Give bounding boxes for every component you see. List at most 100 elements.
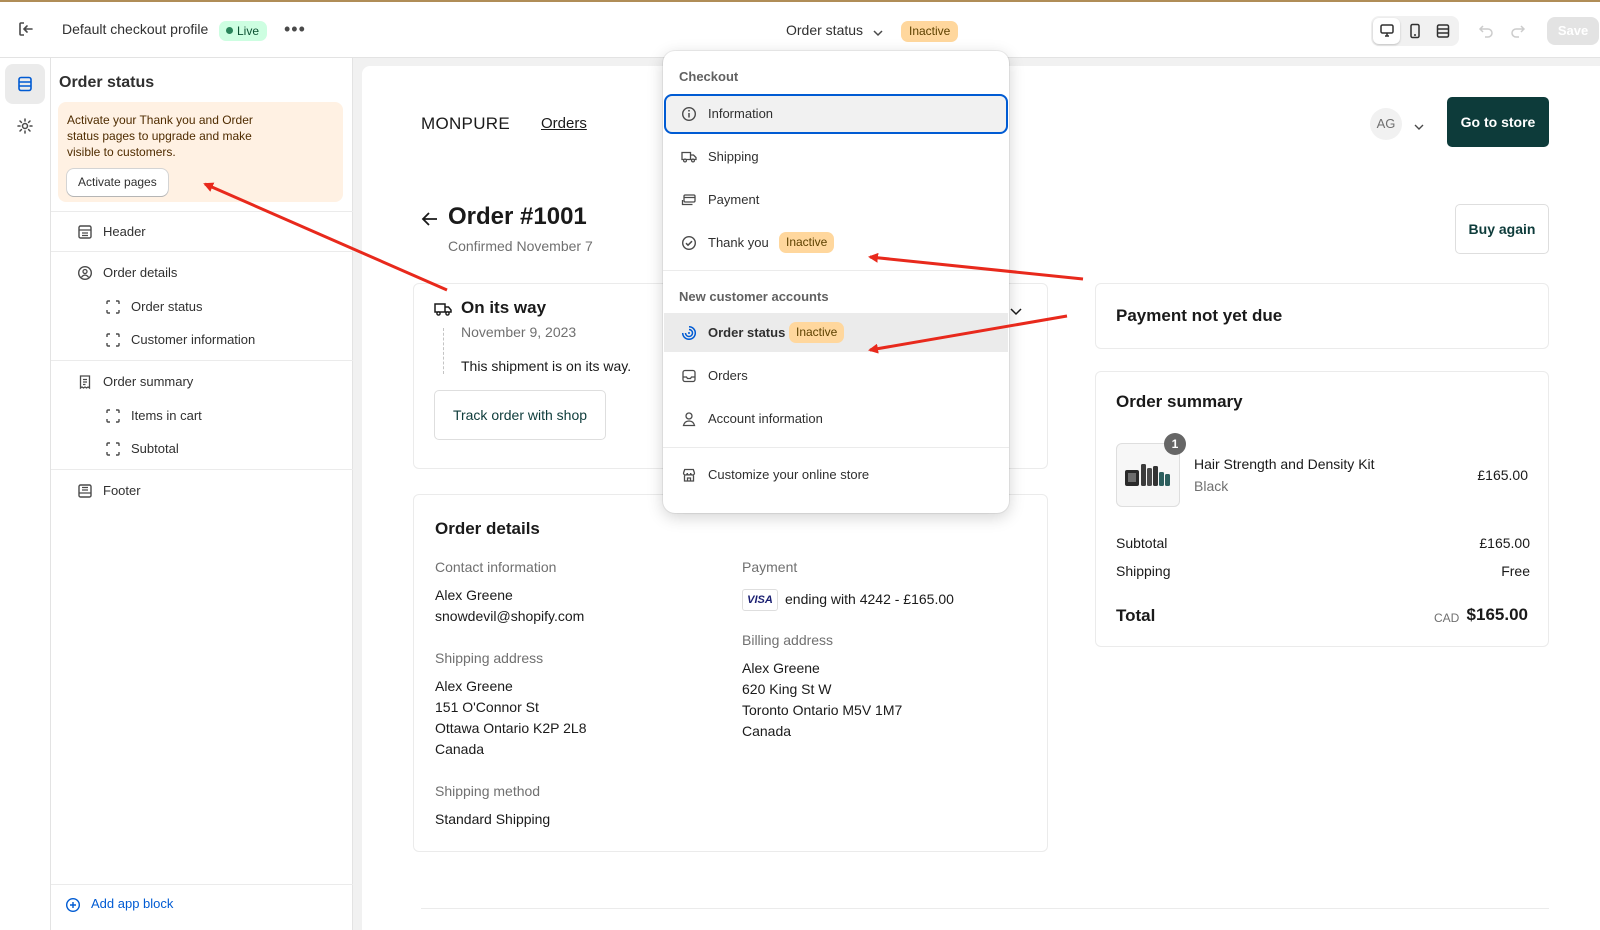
item-name: Hair Strength and Density Kit [1194,456,1375,472]
fullscreen-view-button[interactable] [1429,18,1456,44]
top-bar: Default checkout profile Live ••• Order … [0,0,1600,58]
mobile-icon [1410,23,1420,39]
contact-name: Alex Greene [435,587,513,603]
menu-item-thank-you[interactable]: Thank you Inactive [664,223,1008,263]
redo-icon[interactable] [1510,22,1526,38]
divider [51,211,353,212]
shipping-value: Free [1501,563,1530,579]
section-panel: Order status Activate your Thank you and… [51,58,353,930]
order-summary-title: Order summary [1116,392,1243,411]
menu-item-label: Information [708,106,774,121]
contact-label: Contact information [435,559,557,575]
menu-item-order-status[interactable]: Order status Inactive [664,313,1008,352]
header-icon [78,225,92,239]
chevron-down-icon[interactable] [1010,304,1022,319]
profile-title: Default checkout profile [62,21,209,37]
shipping-address-line: Canada [435,741,485,757]
mobile-view-button[interactable] [1401,18,1428,44]
buy-again-button[interactable]: Buy again [1455,204,1549,254]
order-details-card: Order details Contact information Alex G… [413,494,1048,852]
divider [51,360,353,361]
tree-item-label: Subtotal [131,441,179,456]
divider [51,251,353,252]
block-icon [106,333,120,347]
menu-item-label: Payment [708,192,760,207]
shipping-method-label: Shipping method [435,783,541,799]
user-circle-icon [77,265,93,281]
item-price: £165.00 [1477,467,1528,483]
more-actions-button[interactable]: ••• [284,19,306,40]
tree-item-label: Header [103,224,146,239]
menu-item-label: Customize your online store [708,467,870,482]
billing-address-label: Billing address [742,632,834,648]
divider [51,884,353,885]
notice-text: Activate your Thank you and Order status… [67,113,253,159]
menu-item-customize-online-store[interactable]: Customize your online store [664,455,1008,495]
menu-item-account-information[interactable]: Account information [664,399,1008,439]
save-button[interactable]: Save [1547,17,1599,45]
desktop-view-button[interactable] [1373,18,1400,44]
timeline-line [443,328,444,374]
shipment-date: November 9, 2023 [461,324,577,340]
exit-icon[interactable] [16,19,38,41]
accounts-group-label: New customer accounts [679,289,829,304]
menu-item-information[interactable]: Information [664,94,1008,134]
check-circle-icon [681,235,697,251]
payment-due-title: Payment not yet due [1116,306,1283,325]
tree-item-label: Items in cart [131,408,202,423]
shipping-address-line: Alex Greene [435,678,513,694]
inbox-icon [682,369,696,383]
track-order-button[interactable]: Track order with shop [434,390,606,440]
divider [663,270,1009,271]
settings-button[interactable] [5,106,45,146]
billing-address-line: 620 King St W [742,681,832,697]
undo-icon[interactable] [1478,22,1494,38]
chevron-down-icon[interactable] [873,26,883,37]
menu-item-shipping[interactable]: Shipping [664,137,1008,177]
menu-item-payment[interactable]: Payment [664,180,1008,220]
shipment-title: On its way [461,298,547,317]
divider [663,447,1009,448]
shipping-address-label: Shipping address [435,650,544,666]
shipping-label: Shipping [1116,563,1171,579]
person-icon [682,412,696,427]
subtotal-label: Subtotal [1116,535,1168,551]
shipping-row: Shipping Free [1116,563,1530,579]
page-selector[interactable]: Order status [786,22,863,38]
chevron-down-icon[interactable] [1414,120,1424,135]
status-badge: Inactive [779,232,835,253]
payment-icon [681,194,696,206]
truck-icon [681,151,697,163]
visa-icon: VISA [742,589,778,611]
payment-label: Payment [742,559,798,575]
order-confirmed-date: Confirmed November 7 [448,238,593,254]
device-toggle [1371,16,1459,46]
sections-button[interactable] [5,64,45,104]
tree-item-label: Customer information [131,332,256,347]
desktop-icon [1380,24,1394,37]
avatar[interactable]: AG [1370,108,1402,140]
menu-item-orders[interactable]: Orders [664,356,1008,396]
info-icon [681,106,697,122]
divider [421,908,1549,909]
page-selector-dropdown: Checkout Information Shipping Payment Th… [663,51,1009,513]
subtotal-value: £165.00 [1479,535,1530,551]
payment-due-card: Payment not yet due [1095,283,1549,349]
payment-text: ending with 4242 - £165.00 [785,591,954,607]
shipping-address-line: Ottawa Ontario K2P 2L8 [435,720,587,736]
go-to-store-button[interactable]: Go to store [1447,97,1549,147]
store-logo[interactable]: MONPURE [421,114,510,134]
nav-orders-link[interactable]: Orders [541,115,587,132]
plus-circle-icon [65,897,81,913]
add-app-block-label: Add app block [91,896,174,911]
live-badge: Live [219,21,268,41]
activate-pages-button[interactable]: Activate pages [67,169,168,196]
total-currency: CAD [1434,611,1460,625]
item-variant: Black [1194,478,1229,494]
tree-item-label: Order summary [103,374,194,389]
sections-icon [18,76,32,92]
back-arrow-icon[interactable] [421,211,439,230]
receipt-icon [79,375,91,390]
page-status-badge: Inactive [901,21,959,42]
gear-icon [17,118,33,134]
